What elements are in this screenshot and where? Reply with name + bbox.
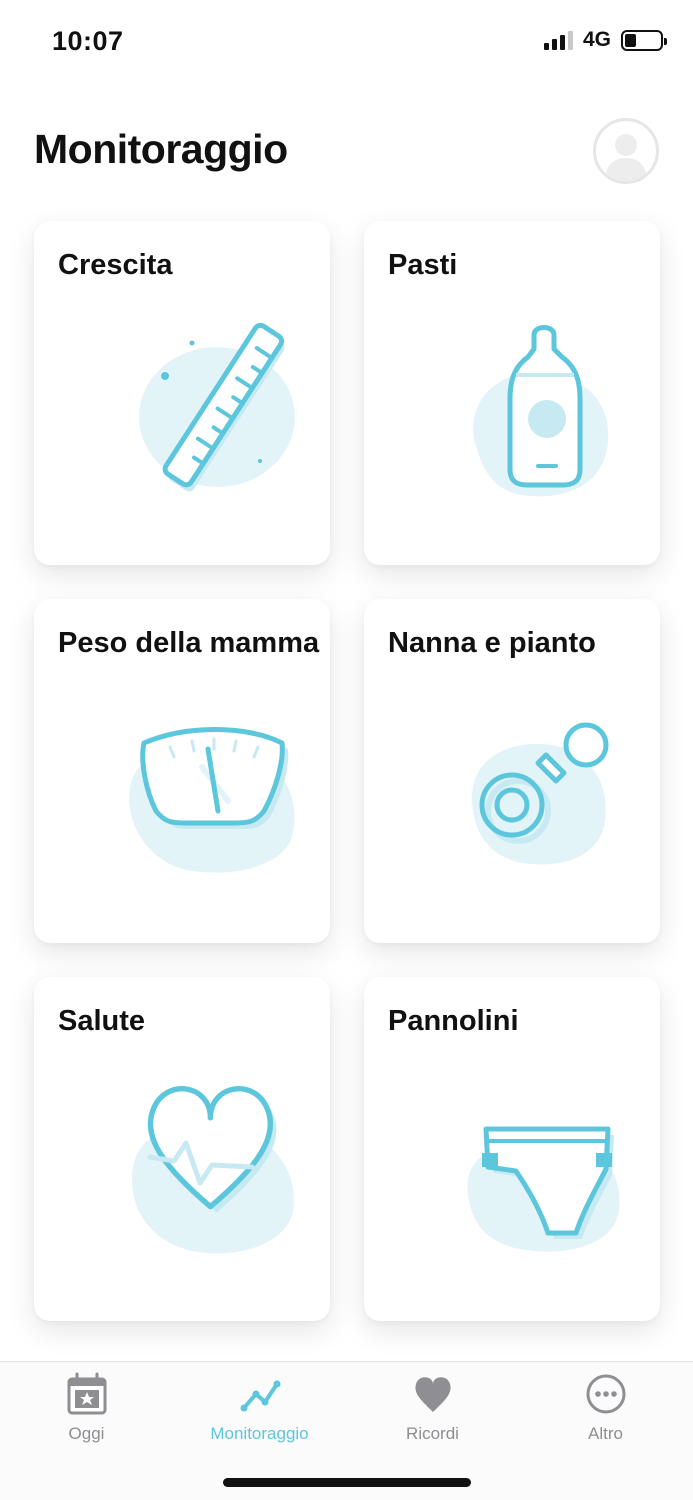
card-title: Salute <box>58 1005 146 1037</box>
tab-label: Monitoraggio <box>210 1424 309 1443</box>
network-type: 4G <box>582 28 611 51</box>
signal-strength-icon <box>543 30 573 50</box>
trend-line-icon <box>240 1380 280 1412</box>
card-title: Nanna e pianto <box>388 627 596 659</box>
status-bar: 10:07 4G <box>0 0 693 84</box>
diaper-icon <box>467 1126 620 1252</box>
more-dots-icon <box>586 1374 625 1414</box>
heart-icon <box>414 1377 451 1412</box>
card-title: Pannolini <box>388 1005 519 1037</box>
user-silhouette-icon <box>605 134 647 181</box>
card-peso-della-mamma[interactable]: Peso della mamma <box>34 599 330 943</box>
status-indicators: 4G <box>543 28 667 52</box>
card-pasti[interactable]: Pasti <box>364 221 660 565</box>
ruler-icon <box>139 322 295 492</box>
card-nanna-e-pianto[interactable]: Nanna e pianto <box>364 599 660 943</box>
card-crescita[interactable]: Crescita <box>34 221 330 565</box>
card-title: Pasti <box>388 249 458 281</box>
tab-label: Oggi <box>68 1424 105 1443</box>
tab-oggi[interactable]: Oggi <box>0 1372 173 1452</box>
card-title: Crescita <box>58 249 173 281</box>
card-title: Peso della mamma <box>58 627 320 659</box>
scale-icon <box>129 727 295 873</box>
card-pannolini[interactable]: Pannolini <box>364 977 660 1321</box>
profile-avatar-button[interactable] <box>593 118 659 184</box>
heart-icon <box>131 1086 294 1254</box>
card-salute[interactable]: Salute <box>34 977 330 1321</box>
tab-label: Altro <box>588 1424 623 1443</box>
home-indicator <box>223 1478 471 1487</box>
baby-bottle-icon <box>473 325 609 497</box>
page-title: Monitoraggio <box>34 126 288 172</box>
tab-ricordi[interactable]: Ricordi <box>346 1372 519 1452</box>
calendar-star-icon <box>67 1372 106 1415</box>
status-time: 10:07 <box>52 26 124 56</box>
tab-monitoraggio[interactable]: Monitoraggio <box>173 1372 346 1452</box>
tab-altro[interactable]: Altro <box>519 1372 692 1452</box>
tab-label: Ricordi <box>406 1424 459 1443</box>
battery-icon <box>621 29 667 51</box>
pacifier-icon <box>472 722 609 865</box>
